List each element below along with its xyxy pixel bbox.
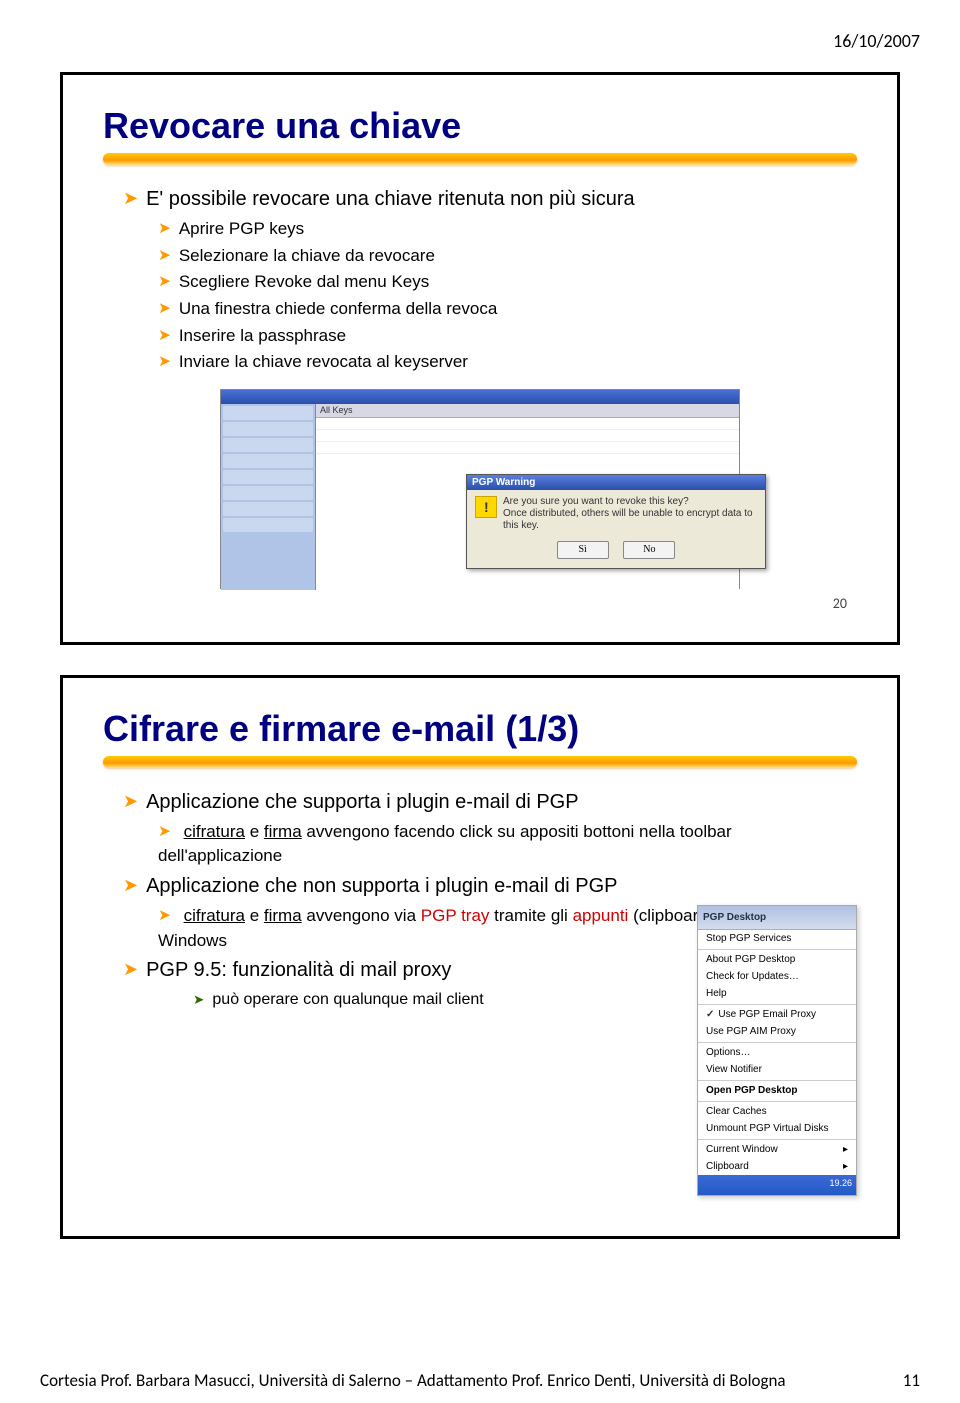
tray-clipboard[interactable]: Clipboard xyxy=(698,1158,856,1175)
footer-credit: Cortesia Prof. Barbara Masucci, Universi… xyxy=(40,1370,786,1391)
app-titlebar xyxy=(221,390,739,404)
key-list-header: All Keys xyxy=(316,404,739,418)
title-underline xyxy=(103,756,857,768)
b3-cifratura: cifratura xyxy=(184,906,245,925)
dialog-line1: Are you sure you want to revoke this key… xyxy=(503,496,757,508)
embedded-screenshot-pgp: All Keys PGP Warning Are you sure you wa… xyxy=(220,389,740,589)
tray-clear-caches[interactable]: Clear Caches xyxy=(698,1101,856,1120)
slide2-b3: cifratura e firma avvengono via PGP tray… xyxy=(103,904,743,953)
slide-2: Cifrare e firmare e-mail (1/3) Applicazi… xyxy=(62,677,898,1237)
b3-mid: e xyxy=(245,906,264,925)
slide1-b4: Una finestra chiede conferma della revoc… xyxy=(103,297,857,322)
slide2-b5: può operare con qualunque mail client xyxy=(103,988,743,1011)
tray-stop-services[interactable]: Stop PGP Services xyxy=(698,930,856,947)
tray-help[interactable]: Help xyxy=(698,985,856,1002)
slide1-bullets: E' possibile revocare una chiave ritenut… xyxy=(103,185,857,375)
b3-post2: tramite gli xyxy=(489,906,572,925)
tray-current-window[interactable]: Current Window xyxy=(698,1139,856,1158)
slide1-b0: E' possibile revocare una chiave ritenut… xyxy=(103,185,857,214)
page-date: 16/10/2007 xyxy=(40,30,920,52)
slide-frame-2: Cifrare e firmare e-mail (1/3) Applicazi… xyxy=(60,675,900,1239)
footer-page-number: 11 xyxy=(903,1370,920,1391)
yes-button[interactable]: Sì xyxy=(557,541,609,559)
slide1-b5: Inserire la passphrase xyxy=(103,324,857,349)
b3-post: avvengono via xyxy=(302,906,421,925)
slide-1: Revocare una chiave E' possibile revocar… xyxy=(62,74,898,643)
dialog-line2: Once distributed, others will be unable … xyxy=(503,508,757,532)
pgp-tray-menu: PGP Desktop Stop PGP Services About PGP … xyxy=(697,905,857,1196)
dialog-body: Are you sure you want to revoke this key… xyxy=(467,490,765,538)
tray-unmount-disks[interactable]: Unmount PGP Virtual Disks xyxy=(698,1120,856,1137)
title-underline xyxy=(103,153,857,165)
tray-email-proxy[interactable]: Use PGP Email Proxy xyxy=(698,1004,856,1023)
app-workspace: All Keys PGP Warning Are you sure you wa… xyxy=(316,404,739,590)
b1-firma: firma xyxy=(264,822,302,841)
tray-aim-proxy[interactable]: Use PGP AIM Proxy xyxy=(698,1023,856,1040)
b3-appunti: appunti xyxy=(573,906,629,925)
warning-icon xyxy=(475,496,497,518)
no-button[interactable]: No xyxy=(623,541,675,559)
slide1-b1: Aprire PGP keys xyxy=(103,217,857,242)
page-footer: Cortesia Prof. Barbara Masucci, Universi… xyxy=(40,1370,920,1391)
pgp-warning-dialog: PGP Warning Are you sure you want to rev… xyxy=(466,474,766,569)
clock: 19.26 xyxy=(829,1175,856,1188)
b3-firma: firma xyxy=(264,906,302,925)
tray-about[interactable]: About PGP Desktop xyxy=(698,949,856,968)
page: 16/10/2007 Revocare una chiave E' possib… xyxy=(0,0,960,1403)
slide1-title: Revocare una chiave xyxy=(103,105,857,147)
slide1-b3: Scegliere Revoke dal menu Keys xyxy=(103,270,857,295)
tray-view-notifier[interactable]: View Notifier xyxy=(698,1061,856,1078)
dialog-title: PGP Warning xyxy=(467,475,765,490)
taskbar: 19.26 xyxy=(698,1175,856,1195)
slide2-b2: Applicazione che non supporta i plugin e… xyxy=(103,872,743,901)
slide2-b0: Applicazione che supporta i plugin e-mai… xyxy=(103,788,743,817)
slide2-b4: PGP 9.5: funzionalità di mail proxy xyxy=(103,956,743,985)
app-sidebar xyxy=(221,404,316,590)
slide1-b6: Inviare la chiave revocata al keyserver xyxy=(103,350,857,375)
slide2-title: Cifrare e firmare e-mail (1/3) xyxy=(103,708,857,750)
slide1-number: 20 xyxy=(103,595,857,612)
slide1-b2: Selezionare la chiave da revocare xyxy=(103,244,857,269)
b3-tray: PGP tray xyxy=(421,906,490,925)
slide-frame-1: Revocare una chiave E' possibile revocar… xyxy=(60,72,900,645)
slide2-b1: cifratura e firma avvengono facendo clic… xyxy=(103,820,743,869)
slide2-bullets: Applicazione che supporta i plugin e-mai… xyxy=(103,788,743,1012)
tray-header: PGP Desktop xyxy=(698,906,856,930)
b1-mid: e xyxy=(245,822,264,841)
b1-cifratura: cifratura xyxy=(184,822,245,841)
tray-options[interactable]: Options… xyxy=(698,1042,856,1061)
tray-open-desktop[interactable]: Open PGP Desktop xyxy=(698,1080,856,1099)
tray-check-updates[interactable]: Check for Updates… xyxy=(698,968,856,985)
